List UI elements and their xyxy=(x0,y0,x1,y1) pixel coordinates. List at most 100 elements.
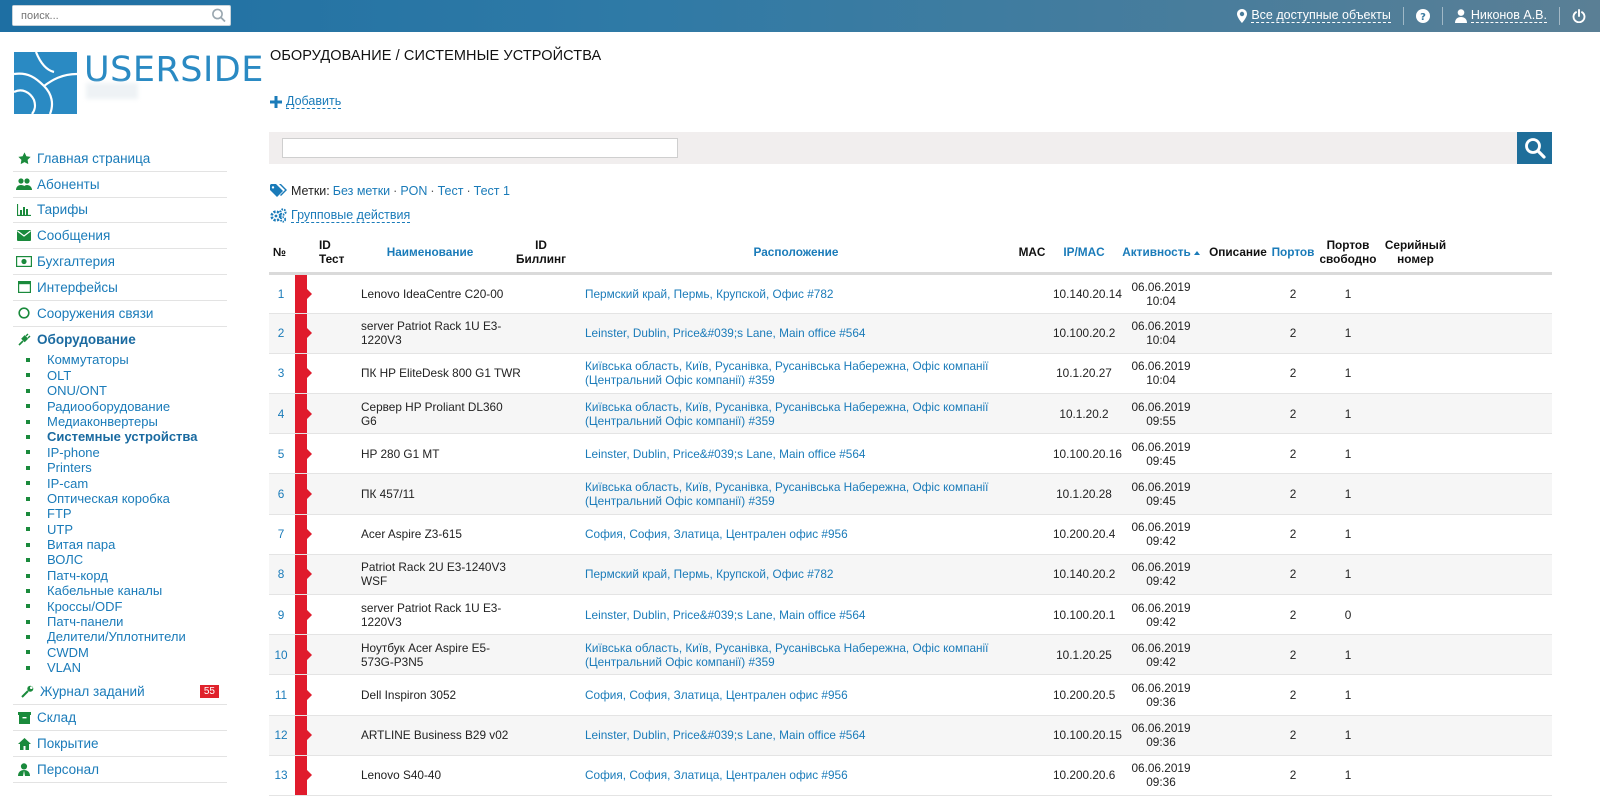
group-actions-button[interactable]: Групповые действия xyxy=(270,208,411,223)
sidebar-item-staff[interactable]: Персонал xyxy=(13,757,227,783)
submenu-item[interactable]: IP-cam xyxy=(26,476,227,491)
row-number-link[interactable]: 5 xyxy=(278,447,285,461)
search-icon[interactable] xyxy=(1524,137,1546,159)
col-location[interactable]: Расположение xyxy=(581,232,1011,275)
filter-input[interactable] xyxy=(282,138,678,158)
location-link[interactable]: София, София, Златица, Централен офис #9… xyxy=(585,768,848,782)
location-link[interactable]: Київська область, Київ, Русанівка, Русан… xyxy=(585,641,988,669)
table-row[interactable]: 6 ПК 457/11 Київська область, Київ, Русані… xyxy=(269,473,1552,515)
tag-link[interactable]: Тест 1 xyxy=(474,184,510,198)
location-link[interactable]: Київська область, Київ, Русанівка, Русан… xyxy=(585,359,988,387)
location-link[interactable]: Київська область, Київ, Русанівка, Русан… xyxy=(585,400,988,428)
col-name[interactable]: Наименование xyxy=(359,232,501,275)
sort-by-ports[interactable]: Портов xyxy=(1272,245,1315,259)
sidebar-item-equipment[interactable]: Оборудование xyxy=(13,327,227,353)
table-row[interactable]: 4 Сервер HP Proliant DL360 G6 Київська обл… xyxy=(269,393,1552,435)
table-row[interactable]: 7 Acer Aspire Z3-615 София, София, Златица… xyxy=(269,514,1552,555)
location-link[interactable]: Пермский край, Пермь, Крупской, Офис #78… xyxy=(585,567,833,581)
submenu-item[interactable]: Кроссы/ODF xyxy=(26,599,227,614)
row-number-link[interactable]: 6 xyxy=(278,487,285,501)
location-link[interactable]: Пермский край, Пермь, Крупской, Офис #78… xyxy=(585,287,833,301)
objects-filter[interactable]: Все доступные объекты xyxy=(1237,0,1391,32)
group-actions-label[interactable]: Групповые действия xyxy=(291,208,411,223)
sort-by-activity[interactable]: Активность xyxy=(1122,245,1190,259)
tag-link[interactable]: Тест xyxy=(438,184,464,198)
submenu-item-current[interactable]: Системные устройства xyxy=(26,429,227,444)
sidebar-item-interfaces[interactable]: Интерфейсы xyxy=(13,275,227,301)
table-row[interactable]: 11 Dell Inspiron 3052 София, София, Златиц… xyxy=(269,674,1552,716)
row-number-link[interactable]: 8 xyxy=(278,567,285,581)
add-button-label[interactable]: Добавить xyxy=(286,95,342,109)
help-button[interactable]: ? xyxy=(1415,0,1430,32)
sort-by-ipmac[interactable]: IP/MAC xyxy=(1063,245,1104,259)
logout-button[interactable] xyxy=(1572,0,1586,32)
row-number-link[interactable]: 9 xyxy=(278,608,285,622)
app-logo[interactable]: USERSIDE xyxy=(14,50,263,120)
col-ipmac[interactable]: IP/MAC xyxy=(1053,232,1115,275)
user-menu[interactable]: Никонов А.В. xyxy=(1454,0,1547,32)
submenu-item[interactable]: CWDM xyxy=(26,645,227,660)
table-row[interactable]: 12 ARTLINE Business B29 v02 Leinster, Dubl… xyxy=(269,715,1552,756)
sidebar-item-warehouse[interactable]: Склад xyxy=(13,705,227,732)
table-row[interactable]: 5 HP 280 G1 MT Leinster, Dublin, Price&#03… xyxy=(269,433,1552,475)
table-row[interactable]: 10 Ноутбук Acer Aspire E5-573G-P3N5 Київсь… xyxy=(269,634,1552,676)
location-link[interactable]: Leinster, Dublin, Price&#039;s Lane, Mai… xyxy=(585,608,865,622)
submenu-item[interactable]: Медиаконвертеры xyxy=(26,414,227,429)
submenu-item[interactable]: IP-phone xyxy=(26,445,227,460)
location-link[interactable]: Leinster, Dublin, Price&#039;s Lane, Mai… xyxy=(585,447,865,461)
location-link[interactable]: София, София, Златица, Централен офис #9… xyxy=(585,688,848,702)
row-number-link[interactable]: 13 xyxy=(274,768,287,782)
row-number-link[interactable]: 10 xyxy=(274,648,287,662)
question-circle-icon[interactable]: ? xyxy=(1415,9,1430,23)
sort-by-name[interactable]: Наименование xyxy=(387,245,474,259)
submenu-item[interactable]: VLAN xyxy=(26,660,227,675)
submenu-item[interactable]: Оптическая коробка xyxy=(26,491,227,506)
sidebar-item-coverage[interactable]: Покрытие xyxy=(13,731,227,757)
search-icon[interactable] xyxy=(210,7,228,24)
sidebar-item-tariffs[interactable]: Тарифы xyxy=(13,198,227,224)
submenu-item[interactable]: Кабельные каналы xyxy=(26,583,227,598)
table-row[interactable]: 2 server Patriot Rack 1U E3-1220V3 Leinste… xyxy=(269,313,1552,354)
location-link[interactable]: София, София, Златица, Централен офис #9… xyxy=(585,527,848,541)
sidebar-item-subscribers[interactable]: Абоненты xyxy=(13,172,227,198)
global-search-input[interactable] xyxy=(13,6,203,25)
col-activity[interactable]: Активность xyxy=(1115,232,1207,275)
sidebar-item-structures[interactable]: Сооружения связи xyxy=(13,301,227,327)
submenu-item[interactable]: Патч-корд xyxy=(26,568,227,583)
tag-link[interactable]: PON xyxy=(400,184,427,198)
filter-search-button[interactable] xyxy=(1517,132,1552,164)
sidebar-item-home[interactable]: Главная страница xyxy=(13,146,227,172)
location-link[interactable]: Leinster, Dublin, Price&#039;s Lane, Mai… xyxy=(585,326,865,340)
submenu-item[interactable]: Делители/Уплотнители xyxy=(26,629,227,644)
table-row[interactable]: 8 Patriot Rack 2U E3-1240V3 WSF Пермский к… xyxy=(269,554,1552,596)
table-row[interactable]: 9 server Patriot Rack 1U E3-1220V3 Leinste… xyxy=(269,594,1552,636)
row-number-link[interactable]: 1 xyxy=(278,287,285,301)
row-number-link[interactable]: 7 xyxy=(278,527,285,541)
submenu-item[interactable]: ВОЛС xyxy=(26,552,227,567)
user-name[interactable]: Никонов А.В. xyxy=(1470,9,1547,23)
submenu-item[interactable]: Патч-панели xyxy=(26,614,227,629)
row-number-link[interactable]: 11 xyxy=(275,688,287,702)
submenu-item[interactable]: UTP xyxy=(26,522,227,537)
table-row[interactable]: 13 Lenovo S40-40 София, София, Златица, Це… xyxy=(269,755,1552,796)
submenu-item[interactable]: ONU/ONT xyxy=(26,383,227,398)
submenu-item[interactable]: Радиооборудование xyxy=(26,399,227,414)
location-link[interactable]: Київська область, Київ, Русанівка, Русан… xyxy=(585,480,988,508)
add-button[interactable]: Добавить xyxy=(270,95,342,109)
sort-by-location[interactable]: Расположение xyxy=(754,245,839,259)
submenu-item[interactable]: Printers xyxy=(26,460,227,475)
table-row[interactable]: 3 ПК HP EliteDesk 800 G1 TWR Київська обла… xyxy=(269,353,1552,395)
row-number-link[interactable]: 2 xyxy=(278,326,285,340)
row-number-link[interactable]: 3 xyxy=(278,366,285,380)
sidebar-item-messages[interactable]: Сообщения xyxy=(13,223,227,250)
submenu-item[interactable]: OLT xyxy=(26,368,227,383)
submenu-item[interactable]: Коммутаторы xyxy=(26,352,227,367)
tag-link[interactable]: Без метки xyxy=(333,184,390,198)
objects-filter-label[interactable]: Все доступные объекты xyxy=(1251,9,1391,23)
power-icon[interactable] xyxy=(1572,9,1586,23)
table-row[interactable]: 1 Lenovo IdeaCentre C20-00 Пермский край, … xyxy=(269,273,1552,314)
row-number-link[interactable]: 12 xyxy=(274,728,287,742)
sidebar-item-accounting[interactable]: Бухгалтерия xyxy=(13,249,227,275)
submenu-item[interactable]: FTP xyxy=(26,506,227,521)
col-ports[interactable]: Портов xyxy=(1269,232,1317,275)
